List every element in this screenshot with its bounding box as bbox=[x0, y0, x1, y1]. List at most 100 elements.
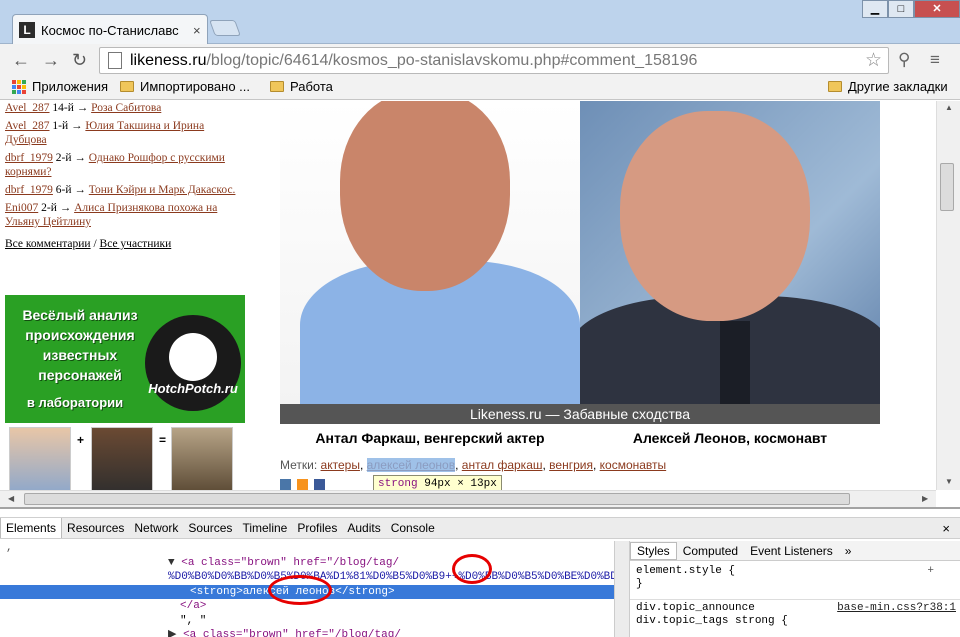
address-bar[interactable]: likeness.ru/blog/topic/64614/kosmos_po-s… bbox=[99, 47, 889, 74]
equals-sign: = bbox=[159, 433, 167, 447]
tab-styles[interactable]: Styles bbox=[630, 541, 677, 560]
back-arrow-icon[interactable]: ← bbox=[12, 50, 30, 71]
scroll-down-icon[interactable]: ▼ bbox=[945, 477, 953, 486]
tab-timeline[interactable]: Timeline bbox=[237, 518, 292, 538]
comment-title[interactable]: Роза Сабитова bbox=[91, 102, 161, 114]
bookmark-work[interactable]: Работа bbox=[270, 79, 333, 94]
devtools-tabs: Elements Resources Network Sources Timel… bbox=[0, 517, 960, 539]
add-rule-icon[interactable]: + bbox=[927, 565, 934, 578]
photo-banner: Likeness.ru — Забавные сходства bbox=[280, 404, 880, 424]
browser-tab[interactable]: L Космос по-Станиславс × bbox=[12, 14, 208, 45]
dom-node-line[interactable]: ", " bbox=[0, 614, 614, 629]
head-shape bbox=[340, 101, 510, 291]
comment-user[interactable]: Avel_287 bbox=[5, 120, 50, 132]
horizontal-scrollbar[interactable]: ◀ ▶ bbox=[0, 490, 936, 507]
bookmark-label: Импортировано ... bbox=[140, 79, 251, 94]
menu-icon[interactable]: ≡ bbox=[930, 50, 940, 70]
comment-user[interactable]: Eni007 bbox=[5, 202, 38, 214]
tab-computed[interactable]: Computed bbox=[677, 543, 744, 559]
tab-title: Космос по-Станиславс bbox=[41, 22, 179, 38]
tab-elements[interactable]: Elements bbox=[0, 518, 63, 538]
all-links: Все комментарии / Все участники bbox=[5, 237, 245, 251]
dom-node-line[interactable]: ▼ <a class="brown" href="/blog/tag/ bbox=[0, 556, 614, 571]
tab-network[interactable]: Network bbox=[129, 518, 183, 538]
expand-arrow-icon[interactable]: ▼ bbox=[168, 557, 175, 569]
tab-resources[interactable]: Resources bbox=[62, 518, 129, 538]
comment-title[interactable]: Тони Кэйри и Марк Дакаскос. bbox=[89, 184, 236, 196]
title-bar: L Космос по-Станиславс × ▁ □ ✕ bbox=[0, 0, 960, 45]
folder-icon bbox=[828, 81, 842, 92]
photo-captions: Антал Фаркаш, венгерский актер Алексей Л… bbox=[280, 424, 880, 451]
tags-label: Метки: bbox=[280, 458, 318, 472]
styles-pane: Styles Computed Event Listeners » elemen… bbox=[630, 541, 960, 637]
styles-tabs: Styles Computed Event Listeners » bbox=[630, 541, 960, 561]
caption-left: Антал Фаркаш, венгерский актер bbox=[315, 429, 545, 446]
folder-icon bbox=[270, 81, 284, 92]
url-path: /blog/topic/64614/kosmos_po-stanislavsko… bbox=[206, 51, 698, 69]
likeness-thumbnails[interactable]: + = bbox=[5, 427, 245, 490]
tab-sources[interactable]: Sources bbox=[183, 518, 237, 538]
head-shape bbox=[620, 111, 810, 321]
bookmark-imported[interactable]: Импортировано ... bbox=[120, 79, 250, 94]
comment-user[interactable]: Avel_287 bbox=[5, 102, 50, 114]
comment-item: dbrf_1979 2-й → Однако Рошфор с русскими… bbox=[5, 151, 245, 179]
reload-icon[interactable]: ↻ bbox=[72, 50, 87, 71]
vertical-scrollbar[interactable]: ▲ ▼ bbox=[936, 101, 960, 490]
folder-icon bbox=[120, 81, 134, 92]
forward-arrow-icon[interactable]: → bbox=[42, 50, 60, 71]
minimize-button[interactable]: ▁ bbox=[862, 0, 888, 18]
bookmark-other[interactable]: Другие закладки bbox=[828, 79, 948, 94]
new-tab-button[interactable] bbox=[209, 20, 241, 36]
style-rule[interactable]: div.topic_tags strong { bbox=[630, 615, 960, 628]
browser-toolbar: ← → ↻ likeness.ru/blog/topic/64614/kosmo… bbox=[0, 44, 960, 76]
comment-user[interactable]: dbrf_1979 bbox=[5, 152, 53, 164]
vertical-scroll-thumb[interactable] bbox=[940, 163, 954, 211]
odnoklassniki-icon[interactable] bbox=[297, 479, 308, 490]
social-buttons bbox=[280, 479, 331, 490]
tab-profiles[interactable]: Profiles bbox=[292, 518, 342, 538]
tag-link[interactable]: актеры bbox=[321, 458, 360, 472]
vk-icon[interactable] bbox=[280, 479, 291, 490]
comment-item: dbrf_1979 6-й → Тони Кэйри и Марк Дакаск… bbox=[5, 183, 245, 197]
hotchpotch-promo-banner[interactable]: Весёлый анализ происхождения известных п… bbox=[5, 295, 245, 423]
tab-event-listeners[interactable]: Event Listeners bbox=[744, 543, 839, 559]
tag-link-highlighted[interactable]: алексей леонов bbox=[366, 458, 456, 472]
scroll-right-icon[interactable]: ▶ bbox=[922, 494, 928, 503]
comment-user[interactable]: dbrf_1979 bbox=[5, 184, 53, 196]
comment-item: Eni007 2-й → Алиса Признякова похожа на … bbox=[5, 201, 245, 229]
bookmarks-bar: Приложения Импортировано ... Работа Друг… bbox=[0, 76, 960, 100]
tag-link[interactable]: космонавты bbox=[600, 458, 667, 472]
scroll-up-icon[interactable]: ▲ bbox=[945, 103, 953, 112]
style-rule[interactable]: element.style { + bbox=[630, 565, 960, 578]
scroll-left-icon[interactable]: ◀ bbox=[8, 494, 14, 503]
all-members-link[interactable]: Все участники bbox=[100, 238, 172, 250]
collapse-arrow-icon[interactable]: ▶ bbox=[168, 629, 176, 637]
tab-audits[interactable]: Audits bbox=[342, 518, 385, 538]
tag-link[interactable]: венгрия bbox=[549, 458, 593, 472]
photo-leonov bbox=[580, 101, 880, 404]
thumbnail-image bbox=[171, 427, 233, 490]
devtools-close-icon[interactable]: × bbox=[942, 521, 950, 536]
horizontal-scroll-thumb[interactable] bbox=[24, 493, 850, 505]
thumbnail-image bbox=[9, 427, 71, 490]
tab-close-icon[interactable]: × bbox=[193, 23, 201, 38]
bookmark-star-icon[interactable]: ☆ bbox=[865, 49, 882, 72]
stylesheet-link[interactable]: base-min.css?r38:1 bbox=[837, 602, 956, 615]
window-close-button[interactable]: ✕ bbox=[914, 0, 960, 18]
facebook-icon[interactable] bbox=[314, 479, 325, 490]
comment-rank: 6-й → bbox=[55, 184, 86, 196]
style-rule[interactable]: div.topic_announce base-min.css?r38:1 bbox=[630, 599, 960, 615]
tag-link[interactable]: антал фаркаш bbox=[462, 458, 543, 472]
dom-node-line[interactable]: ▶ <a class="brown" href="/blog/tag/ bbox=[0, 628, 614, 637]
dom-node-line[interactable]: , bbox=[0, 541, 614, 556]
more-tabs-icon[interactable]: » bbox=[839, 543, 858, 559]
panel-splitter[interactable] bbox=[614, 541, 630, 637]
bookmark-label: Работа bbox=[290, 79, 333, 94]
all-comments-link[interactable]: Все комментарии bbox=[5, 238, 91, 250]
comparison-photo: Likeness.ru — Забавные сходства Антал Фа… bbox=[280, 101, 880, 451]
maximize-button[interactable]: □ bbox=[888, 0, 914, 18]
search-icon[interactable]: ⚲ bbox=[898, 50, 910, 70]
inspect-tooltip: strong 94px × 13px bbox=[373, 475, 502, 490]
bookmark-apps[interactable]: Приложения bbox=[12, 79, 108, 94]
tab-console[interactable]: Console bbox=[386, 518, 440, 538]
